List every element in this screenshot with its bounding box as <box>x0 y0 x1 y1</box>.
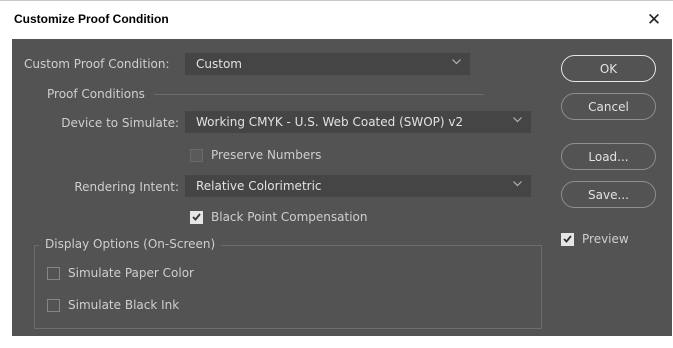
device-to-simulate-value: Working CMYK - U.S. Web Coated (SWOP) v2 <box>196 115 464 129</box>
close-button[interactable]: ✕ <box>641 7 667 33</box>
rendering-intent-select[interactable]: Relative Colorimetric <box>185 175 531 197</box>
simulate-paper-color-row[interactable]: Simulate Paper Color <box>47 266 194 280</box>
device-to-simulate-label: Device to Simulate: <box>61 116 179 130</box>
simulate-black-ink-label: Simulate Black Ink <box>68 298 180 312</box>
preserve-numbers-label: Preserve Numbers <box>211 148 322 162</box>
preview-label: Preview <box>582 232 629 246</box>
chevron-down-icon <box>513 117 522 123</box>
preserve-numbers-checkbox-row[interactable]: Preserve Numbers <box>190 148 321 162</box>
window-title: Customize Proof Condition <box>14 12 169 26</box>
checkmark-icon <box>563 235 572 243</box>
custom-proof-condition-select[interactable]: Custom <box>185 53 470 75</box>
title-bar: Customize Proof Condition ✕ <box>0 0 673 39</box>
chevron-down-icon <box>513 181 522 187</box>
simulate-paper-color-checkbox[interactable] <box>47 266 60 280</box>
simulate-paper-color-label: Simulate Paper Color <box>68 266 194 280</box>
simulate-black-ink-row[interactable]: Simulate Black Ink <box>47 298 179 312</box>
custom-proof-condition-label: Custom Proof Condition: <box>24 57 170 71</box>
display-options-group-title: Display Options (On-Screen) <box>39 237 222 251</box>
proof-conditions-divider <box>154 94 484 95</box>
cancel-button[interactable]: Cancel <box>561 93 656 120</box>
save-button[interactable]: Save... <box>561 181 656 208</box>
black-point-compensation-checkbox[interactable] <box>190 210 203 224</box>
preview-checkbox[interactable] <box>561 232 574 246</box>
checkmark-icon <box>192 213 201 221</box>
preserve-numbers-checkbox[interactable] <box>190 148 203 162</box>
simulate-black-ink-checkbox[interactable] <box>47 298 60 312</box>
black-point-compensation-row[interactable]: Black Point Compensation <box>190 210 368 224</box>
load-button[interactable]: Load... <box>561 143 656 170</box>
preview-checkbox-row[interactable]: Preview <box>561 232 629 246</box>
rendering-intent-label: Rendering Intent: <box>74 180 179 194</box>
ok-button[interactable]: OK <box>561 55 656 82</box>
display-options-group: Display Options (On-Screen) Simulate Pap… <box>34 237 542 329</box>
device-to-simulate-select[interactable]: Working CMYK - U.S. Web Coated (SWOP) v2 <box>185 111 531 133</box>
close-icon: ✕ <box>646 10 662 30</box>
black-point-compensation-label: Black Point Compensation <box>211 210 368 224</box>
custom-proof-condition-value: Custom <box>196 57 242 71</box>
chevron-down-icon <box>452 59 461 65</box>
rendering-intent-value: Relative Colorimetric <box>196 179 322 193</box>
proof-conditions-group-title: Proof Conditions <box>47 87 145 101</box>
dialog-body: Custom Proof Condition: Custom Proof Con… <box>12 39 672 336</box>
